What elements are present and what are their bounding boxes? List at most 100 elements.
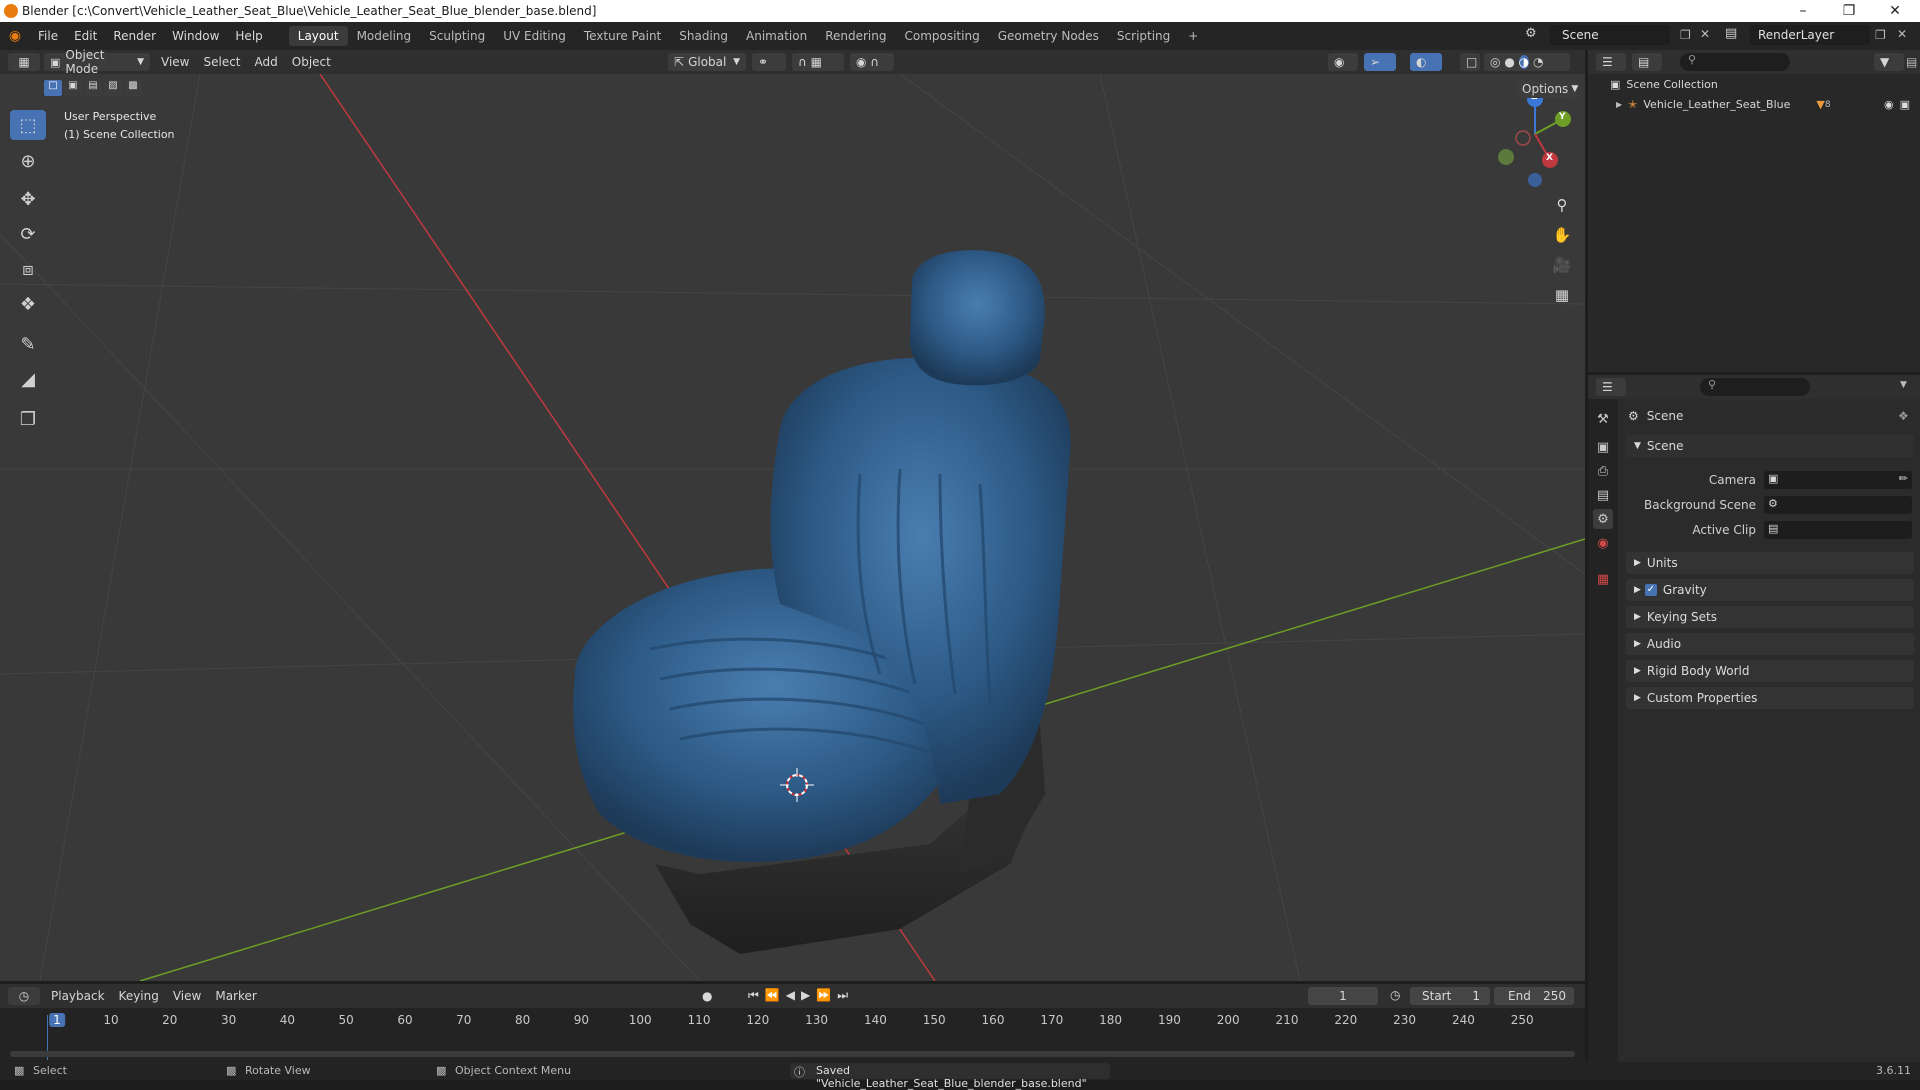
annotate-tool[interactable]: ✎ [10,329,46,359]
filter-icon[interactable]: ▼ [1874,53,1904,71]
scene-tab-icon[interactable]: ⚙ [1593,509,1613,529]
select-subtract-icon[interactable]: ▤ [84,80,102,96]
new-scene-icon[interactable]: ❐ [1680,28,1691,42]
panel-keying-sets[interactable]: ▶ Keying Sets [1626,606,1914,628]
menu-file[interactable]: File [30,29,66,43]
visibility-icon[interactable]: ◉ [1328,53,1358,71]
tab-compositing[interactable]: Compositing [895,26,988,46]
outliner-editor-type-icon[interactable]: ☰ [1596,53,1626,71]
panel-custom-properties[interactable]: ▶ Custom Properties [1626,687,1914,709]
panel-rigid-body-world[interactable]: ▶ Rigid Body World [1626,660,1914,682]
panel-units[interactable]: ▶ Units [1626,552,1914,574]
scene-section-header[interactable]: ▼ Scene [1626,435,1914,457]
menu-render[interactable]: Render [105,29,164,43]
viewport-menu-object[interactable]: Object [285,55,338,69]
tab-uv-editing[interactable]: UV Editing [494,26,575,46]
viewport-menu-add[interactable]: Add [248,55,285,69]
rendered-shading-icon[interactable]: ◔ [1533,55,1543,69]
zoom-icon[interactable]: ⚲ [1548,192,1576,218]
delete-view-layer-icon[interactable]: ✕ [1897,27,1907,41]
gizmo-toggle-icon[interactable]: ➢ [1364,53,1396,71]
outliner-row-scene-collection[interactable]: ▣ Scene Collection [1610,78,1718,91]
select-extend-icon[interactable]: ▣ [64,80,82,96]
tab-layout[interactable]: Layout [288,26,348,46]
editor-type-icon[interactable]: ▦ [8,53,40,71]
navigation-gizmo[interactable] [1498,91,1571,187]
xray-icon[interactable]: □ [1460,53,1480,71]
maximize-icon[interactable]: ❐ [1826,0,1872,22]
new-view-layer-icon[interactable]: ❐ [1875,28,1886,42]
camera-render-icon[interactable]: ▣ [1900,98,1910,111]
solid-shading-icon[interactable]: ● [1504,55,1514,69]
camera-view-icon[interactable]: 🎥 [1548,252,1576,278]
tab-texture-paint[interactable]: Texture Paint [575,26,670,46]
chevron-down-icon[interactable]: ▼ [1900,380,1907,390]
orientation-dropdown[interactable]: ⇱ Global ▼ [668,53,746,71]
display-mode-icon[interactable]: ▤ [1632,53,1662,71]
measure-tool[interactable]: ◢ [10,364,46,394]
render-tab-icon[interactable]: ▣ [1593,437,1613,457]
menu-window[interactable]: Window [164,29,227,43]
expand-arrow-icon[interactable]: ▶ [1616,100,1622,109]
pin-icon[interactable]: ❖ [1898,409,1909,423]
tool-tab-icon[interactable]: ⚒ [1593,409,1613,429]
snap-icon[interactable]: ∩ ▦ [792,53,844,71]
outliner-row-object[interactable]: ▶ ✭ Vehicle_Leather_Seat_Blue ▼ 8 ◉ ▣ [1616,98,1916,111]
select-intersect-icon[interactable]: ▩ [124,80,142,96]
gravity-checkbox[interactable]: ✓ [1644,584,1657,596]
proportional-edit-icon[interactable]: ◉ ∩ [850,53,894,71]
orthographic-grid-icon[interactable]: ▦ [1548,282,1576,308]
viewport-menu-select[interactable]: Select [196,55,247,69]
delete-scene-icon[interactable]: ✕ [1700,27,1710,41]
panel-audio[interactable]: ▶ Audio [1626,633,1914,655]
active-clip-field[interactable]: ▤ [1764,521,1912,539]
eye-icon[interactable]: ◉ [1884,98,1894,111]
properties-editor-type-icon[interactable]: ☰ [1596,378,1626,396]
add-cube-tool[interactable]: ❐ [10,404,46,434]
tab-sculpting[interactable]: Sculpting [420,26,494,46]
timeline-scrollbar[interactable] [10,1051,1575,1057]
background-scene-field[interactable]: ⚙ [1764,496,1912,514]
eyedropper-icon[interactable]: ✏ [1899,472,1908,485]
new-collection-icon[interactable]: ▤ [1906,55,1917,69]
tab-rendering[interactable]: Rendering [816,26,895,46]
cursor-tool[interactable]: ⊕ [10,146,46,176]
scene-selector[interactable]: Scene [1550,25,1670,45]
shading-modes[interactable]: ◎ ● ◑ ◔ [1484,53,1570,71]
pan-hand-icon[interactable]: ✋ [1548,222,1576,248]
view-layer-icon[interactable]: ▤ [1725,26,1737,41]
scale-tool[interactable]: ⧈ [10,254,46,284]
close-icon[interactable]: ✕ [1872,0,1918,22]
rotate-tool[interactable]: ⟳ [10,219,46,249]
material-shading-icon[interactable]: ◑ [1518,55,1530,69]
camera-field[interactable]: ▣ ✏ [1764,471,1912,489]
select-box-tool[interactable]: ⬚ [10,110,46,140]
move-tool[interactable]: ✥ [10,184,46,214]
view-layer-tab-icon[interactable]: ▤ [1593,485,1613,505]
select-invert-icon[interactable]: ▨ [104,80,122,96]
world-tab-icon[interactable]: ◉ [1593,533,1613,553]
menu-help[interactable]: Help [227,29,270,43]
tab-modeling[interactable]: Modeling [348,26,421,46]
add-workspace-button[interactable]: + [1179,26,1207,46]
tab-geometry-nodes[interactable]: Geometry Nodes [989,26,1108,46]
select-new-icon[interactable]: □ [44,80,62,96]
properties-search-input[interactable]: ⚲ [1700,378,1810,396]
menu-edit[interactable]: Edit [66,29,105,43]
blender-menu-icon[interactable]: ◉ [0,28,30,44]
scene-icon[interactable]: ⚙ [1525,26,1545,46]
tab-scripting[interactable]: Scripting [1108,26,1179,46]
pivot-icon[interactable]: ⚭ [752,53,786,71]
3d-viewport[interactable]: Z Y X User Perspective (1) Scene Collect… [0,74,1585,981]
texture-tab-icon[interactable]: ▦ [1593,569,1613,589]
panel-gravity[interactable]: ▶ ✓ Gravity [1626,579,1914,601]
output-tab-icon[interactable]: ⎙ [1593,461,1613,481]
view-layer-selector[interactable]: RenderLayer [1750,25,1870,45]
mode-dropdown[interactable]: ▣ Object Mode ▼ [44,48,150,76]
overlay-toggle-icon[interactable]: ◐ [1410,53,1442,71]
viewport-menu-view[interactable]: View [154,55,196,69]
outliner-search-input[interactable]: ⚲ [1680,53,1790,71]
minimize-icon[interactable]: – [1780,0,1826,22]
tab-shading[interactable]: Shading [670,26,737,46]
wireframe-shading-icon[interactable]: ◎ [1490,55,1500,69]
